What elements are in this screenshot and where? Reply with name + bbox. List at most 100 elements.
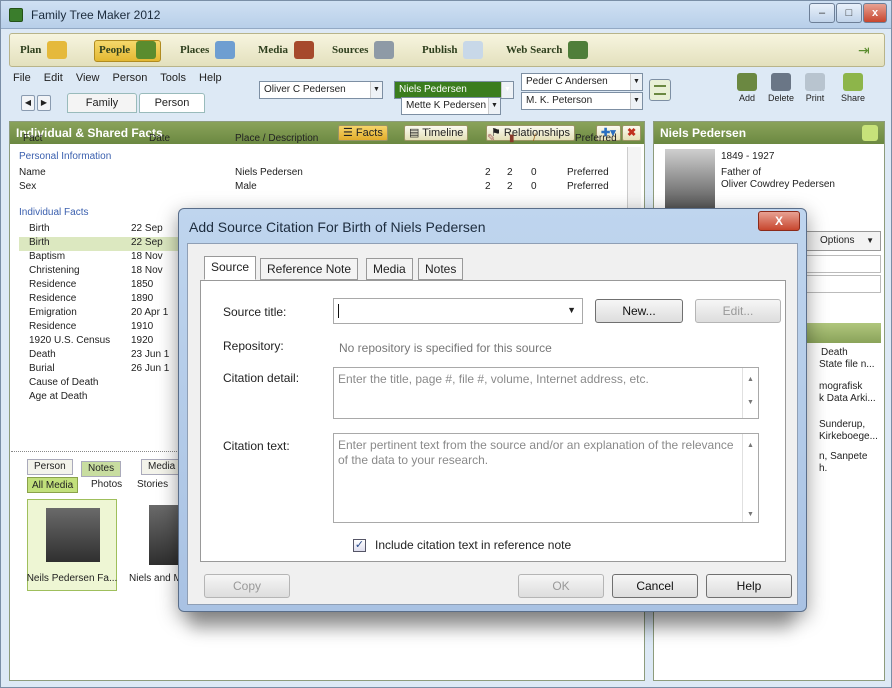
menu-view[interactable]: View [76, 72, 100, 84]
father-selector[interactable]: Oliver C Pedersen ▼ [259, 81, 383, 99]
menu-person[interactable]: Person [113, 72, 148, 84]
fact-place: Niels Pedersen [235, 167, 303, 178]
source-line: Death [821, 347, 848, 358]
media-icon [293, 41, 314, 60]
tree-toggle-icon[interactable]: ⇥ [858, 42, 876, 58]
dialog-close-button[interactable]: X [758, 211, 800, 231]
dropdown-arrow-icon: ▼ [567, 305, 576, 315]
tab-person[interactable]: Person [139, 93, 205, 113]
menu-tools[interactable]: Tools [160, 72, 186, 84]
fact-name: Cause of Death [29, 377, 99, 388]
menu-bar: File Edit View Person Tools Help [13, 72, 232, 84]
spouse-father-selector[interactable]: Peder C Andersen ▼ [521, 73, 643, 91]
person-field[interactable] [801, 275, 881, 293]
col-place[interactable]: Place / Description [235, 133, 318, 144]
person-portrait[interactable] [665, 149, 715, 209]
nav-media[interactable]: Media [258, 41, 314, 63]
spouse-mother-selector[interactable]: M. K. Peterson ▼ [521, 92, 643, 110]
fact-date: 1920 [131, 335, 154, 346]
nav-places-label: Places [180, 44, 210, 56]
menu-edit[interactable]: Edit [44, 72, 63, 84]
add-label: Add [738, 93, 755, 103]
person-child-link[interactable]: Oliver Cowdrey Pedersen [721, 179, 835, 190]
tab-media[interactable]: Media [141, 459, 183, 475]
forward-arrow-button[interactable]: ▶ [37, 95, 51, 111]
nav-people[interactable]: People [94, 40, 161, 62]
citation-text-scrollbar[interactable]: ▲ ▼ [742, 434, 758, 522]
person-years: 1849 - 1927 [721, 151, 775, 162]
main-nav-bar: Plan People Places Media Sources Publish… [9, 33, 885, 67]
cancel-button[interactable]: Cancel [612, 574, 698, 598]
tab-person-bottom[interactable]: Person [27, 459, 73, 475]
add-source-citation-dialog: Add Source Citation For Birth of Niels P… [178, 208, 807, 612]
tab-notes[interactable]: Notes [81, 461, 122, 477]
tab-family[interactable]: Family [67, 93, 137, 113]
source-line: Sunderup, [819, 419, 866, 430]
family-view-button[interactable] [649, 79, 671, 101]
publish-icon [463, 41, 484, 60]
people-icon [135, 41, 156, 60]
tab-reference-note[interactable]: Reference Note [260, 258, 359, 280]
table-row[interactable]: Sex Male 2 2 0 Preferred [19, 181, 619, 195]
window-close-button[interactable]: x [863, 3, 887, 23]
edit-source-button[interactable]: Edit... [695, 299, 781, 323]
citation-text-placeholder: Enter pertinent text from the source and… [338, 438, 734, 467]
tab-source[interactable]: Source [204, 256, 257, 280]
delete-label: Delete [767, 93, 794, 103]
include-citation-checkbox[interactable]: ✓ [353, 539, 366, 552]
app-logo-icon [9, 8, 23, 22]
note-col-icon: / [533, 133, 536, 144]
options-dropdown[interactable]: Options ▼ [801, 231, 881, 251]
nav-sources[interactable]: Sources [332, 41, 395, 63]
nav-web-search[interactable]: Web Search [506, 41, 589, 63]
text-cursor [338, 304, 339, 318]
citation-detail-scrollbar[interactable]: ▲ ▼ [742, 368, 758, 418]
globe-icon [215, 41, 236, 60]
col-date[interactable]: Date [149, 133, 170, 144]
media-filter-stories[interactable]: Stories [133, 477, 172, 493]
maximize-button[interactable]: □ [836, 3, 862, 23]
share-button[interactable]: Share [833, 73, 873, 103]
source-line: Kirkeboege... [819, 431, 878, 442]
source-title-combobox[interactable]: ▼ [333, 298, 583, 324]
nav-places[interactable]: Places [180, 41, 236, 63]
media-filter-all[interactable]: All Media [27, 477, 79, 493]
source-title-label: Source title: [223, 305, 287, 319]
list-icon [654, 85, 666, 95]
col-preferred[interactable]: Preferred [575, 133, 617, 144]
help-button[interactable]: Help [706, 574, 792, 598]
nav-publish[interactable]: Publish [422, 41, 484, 63]
share-label: Share [840, 93, 866, 103]
print-label: Print [805, 93, 825, 103]
ok-button[interactable]: OK [518, 574, 604, 598]
menu-help[interactable]: Help [199, 72, 222, 84]
menu-file[interactable]: File [13, 72, 31, 84]
col-fact[interactable]: Fact [23, 133, 42, 144]
source-line: h. [819, 463, 828, 474]
back-arrow-button[interactable]: ◀ [21, 95, 35, 111]
fact-name: Residence [29, 293, 77, 304]
citation-detail-field[interactable]: Enter the title, page #, file #, volume,… [333, 367, 759, 419]
fact-sources: 2 [485, 167, 491, 178]
fact-name: Emigration [29, 307, 77, 318]
tab-notes[interactable]: Notes [418, 258, 464, 280]
web-search-icon [568, 41, 589, 60]
copy-button[interactable]: Copy [204, 574, 290, 598]
mother-selector[interactable]: Mette K Pedersen ▼ [401, 97, 501, 115]
table-row[interactable]: Name Niels Pedersen 2 2 0 Preferred [19, 167, 619, 181]
edit-person-icon[interactable] [862, 125, 878, 141]
print-button[interactable]: Print [795, 73, 835, 103]
media-filter-photos[interactable]: Photos [87, 477, 126, 493]
nav-plan[interactable]: Plan [20, 41, 68, 63]
spouse-father-value: Peder C Andersen [526, 76, 608, 87]
tab-media[interactable]: Media [366, 258, 413, 280]
personal-info-section: Personal Information [19, 151, 112, 162]
citation-text-field[interactable]: Enter pertinent text from the source and… [333, 433, 759, 523]
new-source-button[interactable]: New... [595, 299, 683, 323]
person-field[interactable] [801, 255, 881, 273]
fact-media: 2 [507, 167, 513, 178]
minimize-button[interactable]: – [809, 3, 835, 23]
fact-name: Age at Death [29, 391, 88, 402]
add-person-icon [737, 73, 757, 91]
selected-person-value: Niels Pedersen [399, 84, 467, 95]
